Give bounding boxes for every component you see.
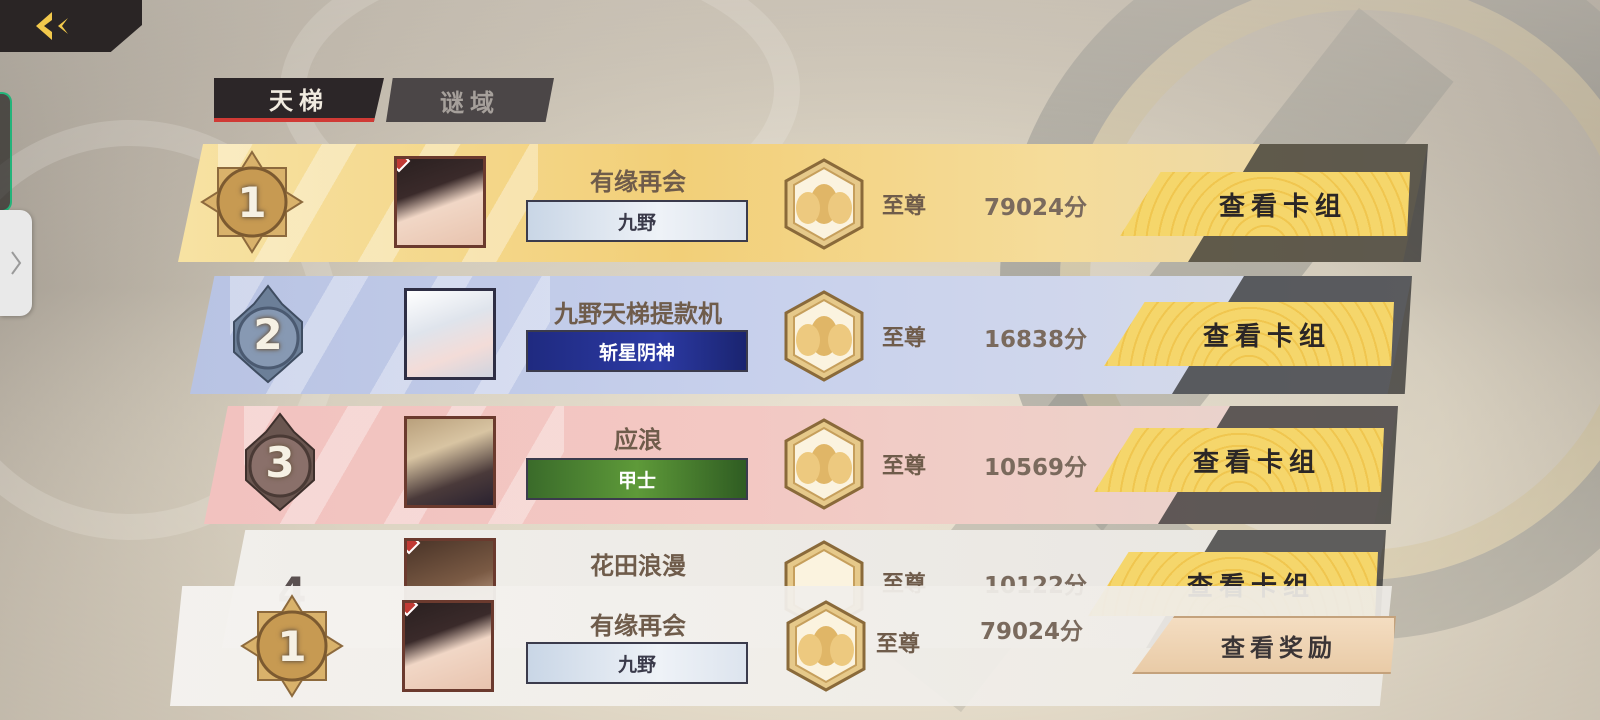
rank-badge: 2 [216,282,320,386]
title-plate: 九野 [526,200,748,242]
back-arrow-icon [36,12,68,40]
avatar[interactable] [404,288,496,380]
rank-number: 1 [277,621,307,671]
chevron-right-icon [11,251,22,275]
view-deck-button[interactable]: 查看卡组 [1120,172,1410,236]
score: 16838分 [984,327,1088,353]
view-rewards-button[interactable]: 查看奖励 [1132,616,1396,674]
lotus-medal-icon [784,290,864,382]
score: 79024分 [984,195,1088,221]
player-name: 花田浪漫 [590,552,686,580]
player-name: 九野天梯提款机 [554,300,722,328]
avatar[interactable] [404,416,496,508]
tab-ladder[interactable]: 天梯 [214,78,384,122]
my-avatar[interactable] [402,600,494,692]
view-deck-button[interactable]: 查看卡组 [1094,428,1384,492]
lotus-medal-icon [784,158,864,250]
side-panel-edge [0,92,12,212]
avatar-deco [405,603,419,617]
tab-mystery-realm[interactable]: 谜域 [386,78,554,122]
lotus-medal-icon [784,418,864,510]
my-rank-badge: 1 [240,594,344,698]
score: 10569分 [984,455,1088,481]
player-name: 有缘再会 [590,168,686,196]
my-score: 79024分 [980,619,1084,645]
tier-label: 至尊 [882,194,927,219]
rank-badge: 3 [228,410,332,514]
side-expand-button[interactable] [0,210,32,316]
title-plate: 甲士 [526,458,748,500]
avatar-deco [397,159,411,173]
avatar[interactable] [394,156,486,248]
my-player-name: 有缘再会 [590,612,686,640]
rank-number: 2 [253,309,283,359]
title-plate: 斩星阴神 [526,330,748,372]
view-deck-button[interactable]: 查看卡组 [1104,302,1394,366]
my-tier-label: 至尊 [876,632,921,657]
player-name: 应浪 [614,426,662,454]
rank-number: 1 [237,177,267,227]
avatar-deco [407,541,421,555]
lotus-medal-icon [786,600,866,692]
tier-label: 至尊 [882,326,927,351]
tier-label: 至尊 [882,454,927,479]
rank-badge: 1 [200,150,304,254]
rank-number: 3 [265,437,295,487]
my-title-plate: 九野 [526,642,748,684]
